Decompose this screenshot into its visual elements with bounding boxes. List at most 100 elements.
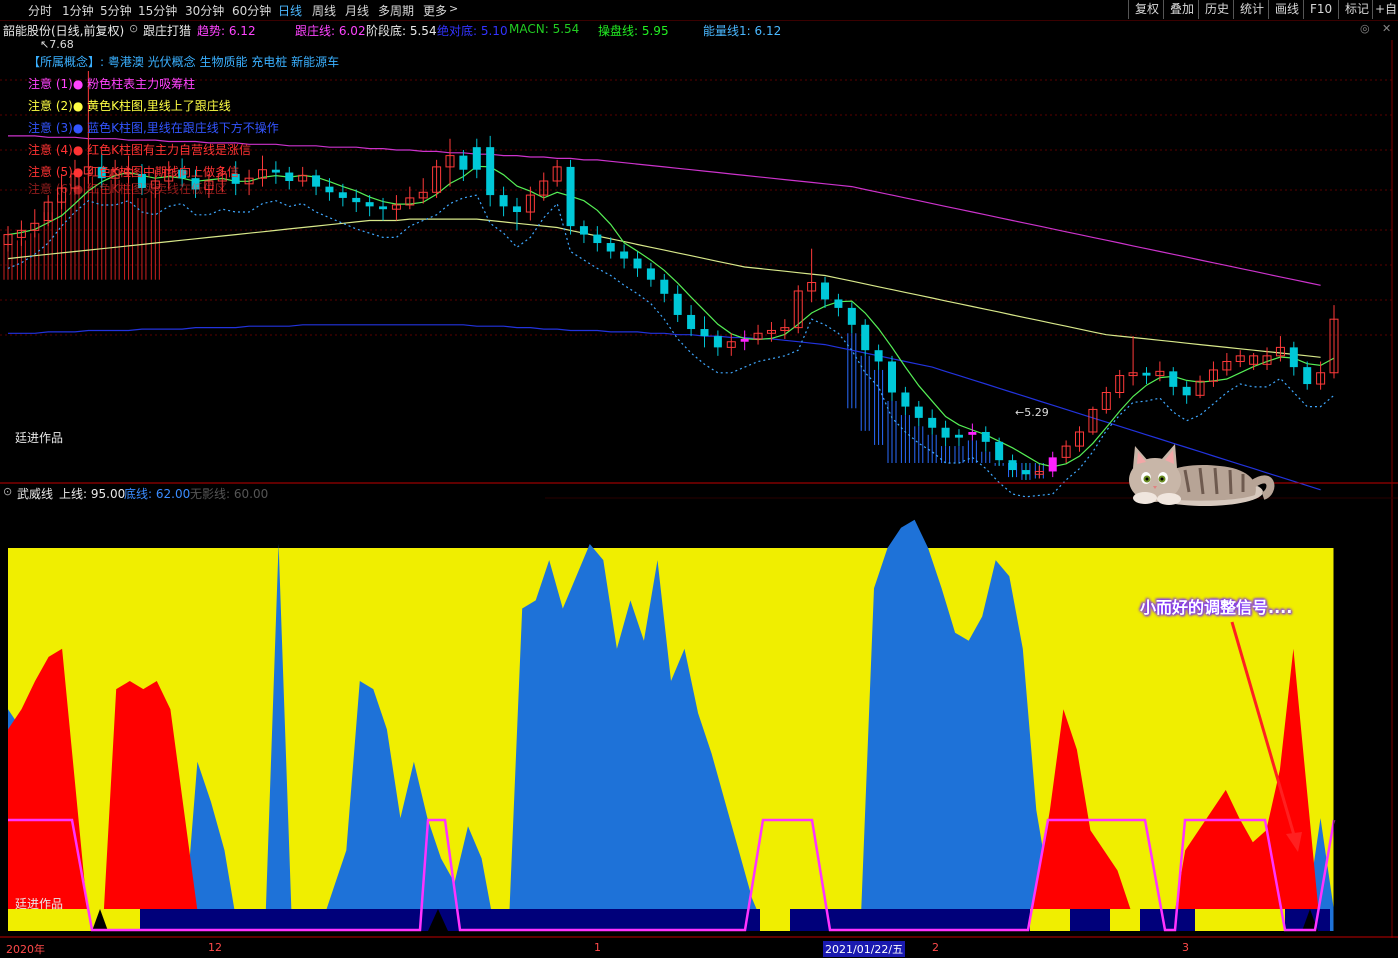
candle-body-down: [1303, 367, 1312, 385]
note-5: 注意 (5)● 红色K柱图中期线向上做多信: [28, 165, 239, 179]
candle-body-down: [740, 338, 749, 342]
note-2: 注意 (2)● 黄色K柱图,里线上了跟庄线: [28, 99, 231, 113]
candle-body-down: [1142, 372, 1151, 376]
candle-body-down: [847, 307, 856, 325]
upper-line-value: 上线: 95.00: [59, 487, 126, 501]
bottom-band-gap: [8, 909, 140, 931]
candle-body-down: [834, 299, 843, 308]
candle-body-down: [379, 206, 388, 210]
candle-body-down: [271, 169, 280, 173]
background-bars: [3, 176, 1044, 480]
tab-30min[interactable]: 30分钟: [185, 2, 224, 19]
bottom-line-value: 底线: 62.00: [124, 487, 191, 501]
candle-body-down: [995, 441, 1004, 461]
candle-body-down: [593, 234, 602, 244]
candle-body-down: [673, 293, 682, 315]
button-f10[interactable]: F10: [1303, 0, 1338, 19]
neutral-line-value: 无影线: 60.00: [190, 487, 269, 501]
candle-body-down: [579, 226, 588, 235]
candle-body-down: [1021, 470, 1030, 475]
candle-body-down: [941, 427, 950, 438]
button-mark[interactable]: 标记: [1338, 0, 1375, 19]
candle-body-down: [285, 172, 294, 181]
indicator-title[interactable]: 武威线: [17, 485, 53, 502]
candle-body-down: [914, 406, 923, 418]
tab-daily[interactable]: 日线: [278, 2, 302, 19]
candle-body-down: [606, 243, 615, 252]
high-price-marker: ↖7.68: [40, 38, 74, 51]
tab-more[interactable]: 更多: [423, 2, 447, 19]
candle-body-down: [499, 195, 508, 207]
date-label-1: 1: [594, 941, 601, 954]
indicator-infobar-2: ⊙ 武威线 上线: 95.00 底线: 62.00 无影线: 60.00: [0, 484, 545, 502]
button-history[interactable]: 历史: [1198, 0, 1235, 19]
tab-multi-period[interactable]: 多周期: [378, 2, 414, 19]
candle-body-down: [928, 417, 937, 428]
button-overlay[interactable]: 叠加: [1163, 0, 1200, 19]
tab-monthly[interactable]: 月线: [345, 2, 369, 19]
note-6: 注意 (6)● 红色K柱图买卖线在低位区: [28, 182, 227, 196]
energy-line: [8, 135, 1321, 286]
tab-1min[interactable]: 1分钟: [62, 2, 94, 19]
button-restore-right[interactable]: 复权: [1128, 0, 1165, 19]
candle-body-down: [566, 166, 575, 227]
date-label-2: 2: [932, 941, 939, 954]
button-add-watchlist[interactable]: +自选: [1372, 0, 1398, 19]
tab-15min[interactable]: 15分钟: [138, 2, 177, 19]
button-statistics[interactable]: 统计: [1233, 0, 1270, 19]
tab-fenshi[interactable]: 分时: [28, 2, 52, 19]
candle-body-down: [981, 431, 990, 442]
candle-body-down: [700, 329, 709, 337]
candle-body-down: [325, 186, 334, 193]
note-3: 注意 (3)● 蓝色K柱图,里线在跟庄线下方不操作: [28, 121, 279, 135]
period-toolbar: 分时 1分钟 5分钟 15分钟 30分钟 60分钟 日线 周线 月线 多周期 更…: [0, 0, 1398, 21]
candle-body-down: [874, 350, 883, 362]
bottom-band-gap: [1110, 909, 1140, 931]
bottom-band-gap: [1195, 909, 1285, 931]
candle-body-down: [352, 197, 361, 203]
candle-body-down: [1048, 457, 1057, 472]
candle-body-down: [486, 147, 495, 196]
indicator-toggle-icon[interactable]: ⊙: [3, 485, 12, 498]
callout-label: 小而好的调整信号....: [1140, 598, 1293, 617]
note-4: 注意 (4)● 红色K柱图有主力自营线是涨信: [28, 143, 251, 157]
candle-body-down: [660, 279, 669, 294]
note-1: 注意 (1)● 粉色柱表主力吸筹柱: [28, 77, 196, 91]
candle-body-down: [512, 206, 521, 213]
tab-weekly[interactable]: 周线: [312, 2, 336, 19]
candle-body-down: [861, 324, 870, 351]
candle-body-down: [338, 192, 347, 198]
crosshair-date-label: 2021/01/22/五: [823, 941, 906, 957]
tab-5min[interactable]: 5分钟: [100, 2, 132, 19]
date-label-3: 3: [1182, 941, 1189, 954]
candle-body-down: [459, 155, 468, 170]
candle-body-down: [901, 392, 910, 407]
bottom-band-gap: [760, 909, 790, 931]
date-label-12: 12: [208, 941, 222, 954]
candle-body-down: [365, 202, 374, 207]
candle-body-down: [312, 175, 321, 187]
candle-body-down: [821, 282, 830, 300]
high-price-label: 7.68: [49, 38, 74, 51]
candle-body-down: [1008, 460, 1017, 471]
author-watermark-main: 廷进作品: [15, 431, 64, 445]
short-ma-line: [7, 165, 1335, 468]
low-price-label: 5.29: [1024, 406, 1049, 419]
candle-body-down: [954, 434, 963, 438]
concepts-label: 【所属概念】: 粤港澳 光伏概念 生物质能 充电桩 新能源车: [28, 55, 340, 69]
candle-body-down: [888, 361, 896, 393]
chevron-right-icon[interactable]: >: [449, 2, 458, 15]
candle-body-down: [633, 258, 642, 269]
tab-60min[interactable]: 60分钟: [232, 2, 271, 19]
date-axis: 2020年 12 1 2021/01/22/五 2 3: [0, 938, 1398, 958]
candle-body-down: [968, 431, 977, 435]
candle-body-down: [1182, 386, 1191, 396]
candle-body-down: [472, 147, 481, 170]
date-label-2020: 2020年: [6, 943, 45, 956]
button-draw-line[interactable]: 画线: [1268, 0, 1305, 19]
candle-body-down: [713, 336, 722, 348]
author-watermark-indicator: 廷进作品: [15, 897, 64, 911]
bottom-band-gap: [1030, 909, 1070, 931]
candle-body-down: [620, 251, 629, 259]
candle-body-down: [646, 268, 655, 280]
